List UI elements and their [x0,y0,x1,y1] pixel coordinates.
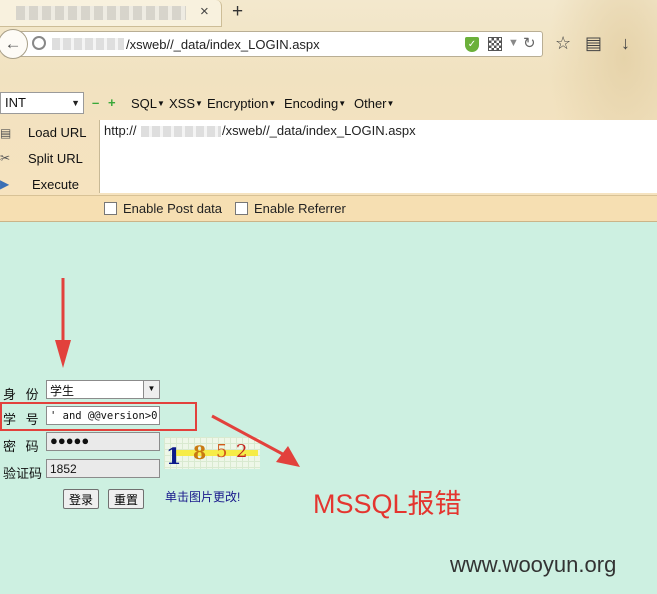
play-icon: ▶ [0,177,10,191]
split-url-button[interactable]: Split URL [28,151,83,166]
download-icon[interactable]: ↓ [621,33,630,54]
back-arrow-icon: ← [4,34,22,53]
enable-referrer-label: Enable Referrer [254,201,346,216]
identity-select[interactable]: 学生 ▼ [46,380,160,399]
hackbar-menu-other-label: Other [354,96,387,111]
execute-button[interactable]: Execute [32,177,79,192]
hackbar-menu-encoding[interactable]: Encoding▼ [284,96,346,111]
hackbar-menu-xss-label: XSS [169,96,196,111]
captcha-value: 1852 [50,462,77,476]
reload-icon[interactable]: ↻ [523,34,536,52]
captcha-label: 验证码 [3,466,43,481]
student-id-value: ' and @@version>0-- [50,410,160,422]
url-redacted-host [52,38,124,50]
enable-post-label: Enable Post data [123,201,223,216]
identity-value: 学生 [50,384,75,398]
hackbar-url-redacted-host [141,126,221,137]
shield-icon[interactable]: ✓ [465,37,479,52]
password-label: 密 码 [3,439,42,454]
hackbar-menu-sql[interactable]: SQL▼ [131,96,165,111]
new-tab-button[interactable]: + [232,1,243,23]
plus-icon[interactable]: + [108,95,116,110]
chevron-down-icon: ▼ [143,381,159,398]
browser-tab[interactable]: × [0,0,222,27]
hackbar-url-suffix: /xsweb//_data/index_LOGIN.aspx [222,123,416,138]
chevron-down-icon: ▼ [71,98,80,108]
password-input[interactable]: ●●●●● [46,432,160,451]
hackbar-menu-encryption[interactable]: Encryption▼ [207,96,276,111]
login-button[interactable]: 登录 [63,489,100,509]
annotation-text: MSSQL报错 [313,489,462,519]
red-arrow-diagonal-icon [211,414,300,467]
hackbar-menu-sql-label: SQL [131,96,158,111]
hackbar-type-value: INT [5,95,26,110]
enable-referrer-checkbox[interactable] [235,202,248,215]
captcha-input[interactable]: 1852 [46,459,160,478]
hackbar-menu-other[interactable]: Other▼ [354,96,394,111]
scissors-icon: ✂ [0,151,11,165]
qr-code-icon[interactable] [488,37,502,51]
load-url-button[interactable]: Load URL [28,125,87,140]
enable-post-checkbox[interactable] [104,202,117,215]
star-icon[interactable]: ☆ [555,33,571,54]
url-text[interactable]: /xsweb//_data/index_LOGIN.aspx [126,37,320,52]
red-arrow-down-icon [55,278,71,368]
hackbar-menu-encoding-label: Encoding [284,96,339,111]
captcha-digit: 1 [166,444,182,470]
watermark: www.wooyun.org [450,552,617,577]
site-info-icon[interactable] [32,36,46,50]
load-url-icon: ▤ [0,126,12,140]
hackbar-menu-encryption-label: Encryption [207,96,269,111]
reading-list-icon[interactable]: ▤ [585,33,602,54]
history-dropdown-icon[interactable]: ▼ [508,37,519,49]
password-value: ●●●●● [50,433,90,448]
captcha-hint: 单击图片更改! [165,490,241,504]
hackbar-type-select[interactable]: INT ▼ [0,92,84,114]
hackbar-menu-xss[interactable]: XSS▼ [169,96,203,111]
tab-title-redacted [16,6,186,20]
identity-label: 身 份 [3,387,42,402]
student-id-label: 学 号 [3,412,42,427]
hackbar-url-prefix: http:// [104,123,137,138]
minus-icon[interactable]: – [92,95,99,110]
captcha-digit: 8 [193,442,207,464]
reset-button[interactable]: 重置 [108,489,145,509]
student-id-input[interactable]: ' and @@version>0-- [46,406,160,425]
close-icon[interactable]: × [200,3,209,20]
